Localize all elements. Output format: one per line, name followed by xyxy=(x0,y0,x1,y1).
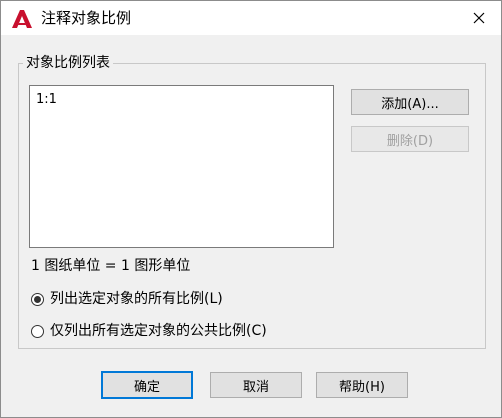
list-item[interactable]: 1:1 xyxy=(36,92,57,108)
title-bar: 注释对象比例 xyxy=(1,1,501,35)
close-icon xyxy=(473,12,485,24)
option-list-common-scales[interactable]: 仅列出所有选定对象的公共比例(C) xyxy=(31,322,267,340)
cancel-button[interactable]: 取消 xyxy=(210,372,302,398)
radio-unselected-icon[interactable] xyxy=(31,324,44,338)
help-button[interactable]: 帮助(H) xyxy=(316,372,408,398)
option-list-all-scales[interactable]: 列出选定对象的所有比例(L) xyxy=(31,290,223,308)
delete-button[interactable]: 删除(D) xyxy=(351,126,469,152)
unit-ratio-text: 1 图纸单位 = 1 图形单位 xyxy=(31,258,191,274)
ok-button[interactable]: 确定 xyxy=(101,371,193,399)
option-label: 列出选定对象的所有比例(L) xyxy=(50,291,223,307)
autocad-logo-icon xyxy=(12,10,32,28)
close-button[interactable] xyxy=(457,1,501,35)
radio-selected-icon[interactable] xyxy=(31,292,44,306)
dialog-window: 注释对象比例 对象比例列表 1:1 添加(A)... 删除(D) 1 图纸单位 … xyxy=(0,0,502,418)
add-button[interactable]: 添加(A)... xyxy=(351,89,469,115)
option-label: 仅列出所有选定对象的公共比例(C) xyxy=(50,323,267,339)
group-legend: 对象比例列表 xyxy=(23,54,113,72)
window-title: 注释对象比例 xyxy=(41,9,132,27)
scale-listbox[interactable]: 1:1 xyxy=(29,85,334,248)
